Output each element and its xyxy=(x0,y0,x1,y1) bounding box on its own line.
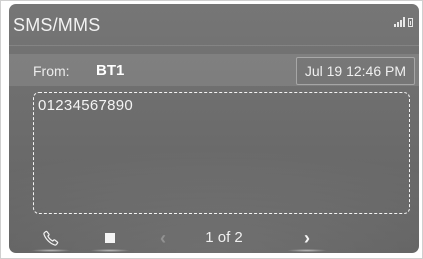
next-button-glow xyxy=(287,249,327,252)
header-divider xyxy=(9,45,419,46)
phone-icon xyxy=(43,230,59,246)
from-label: From: xyxy=(33,63,70,79)
stop-button-glow xyxy=(90,249,130,252)
sms-screen: SMS/MMS From: BT1 Jul 19 12:46 PM 012345… xyxy=(9,4,419,253)
battery-icon xyxy=(408,18,413,27)
call-button-glow xyxy=(31,249,71,252)
message-header: From: BT1 Jul 19 12:46 PM xyxy=(9,54,419,86)
message-datetime: Jul 19 12:46 PM xyxy=(295,57,415,85)
status-icons xyxy=(394,17,413,27)
chevron-left-icon: ‹ xyxy=(160,227,166,248)
control-bar: ‹ 1 of 2 › xyxy=(9,224,419,253)
next-button[interactable]: › xyxy=(285,224,329,252)
message-body-text[interactable]: 01234567890 xyxy=(38,97,133,114)
sender-name: BT1 xyxy=(96,62,125,79)
chevron-right-icon: › xyxy=(304,227,310,248)
page-indicator: 1 of 2 xyxy=(205,229,243,246)
stop-icon xyxy=(105,233,115,243)
app-title: SMS/MMS xyxy=(13,15,101,35)
stop-button[interactable] xyxy=(88,224,132,252)
message-body-area[interactable]: 01234567890 xyxy=(33,92,410,214)
signal-bars-icon xyxy=(394,17,405,27)
datetime-text: Jul 19 12:46 PM xyxy=(304,63,406,79)
call-button[interactable] xyxy=(29,224,73,252)
